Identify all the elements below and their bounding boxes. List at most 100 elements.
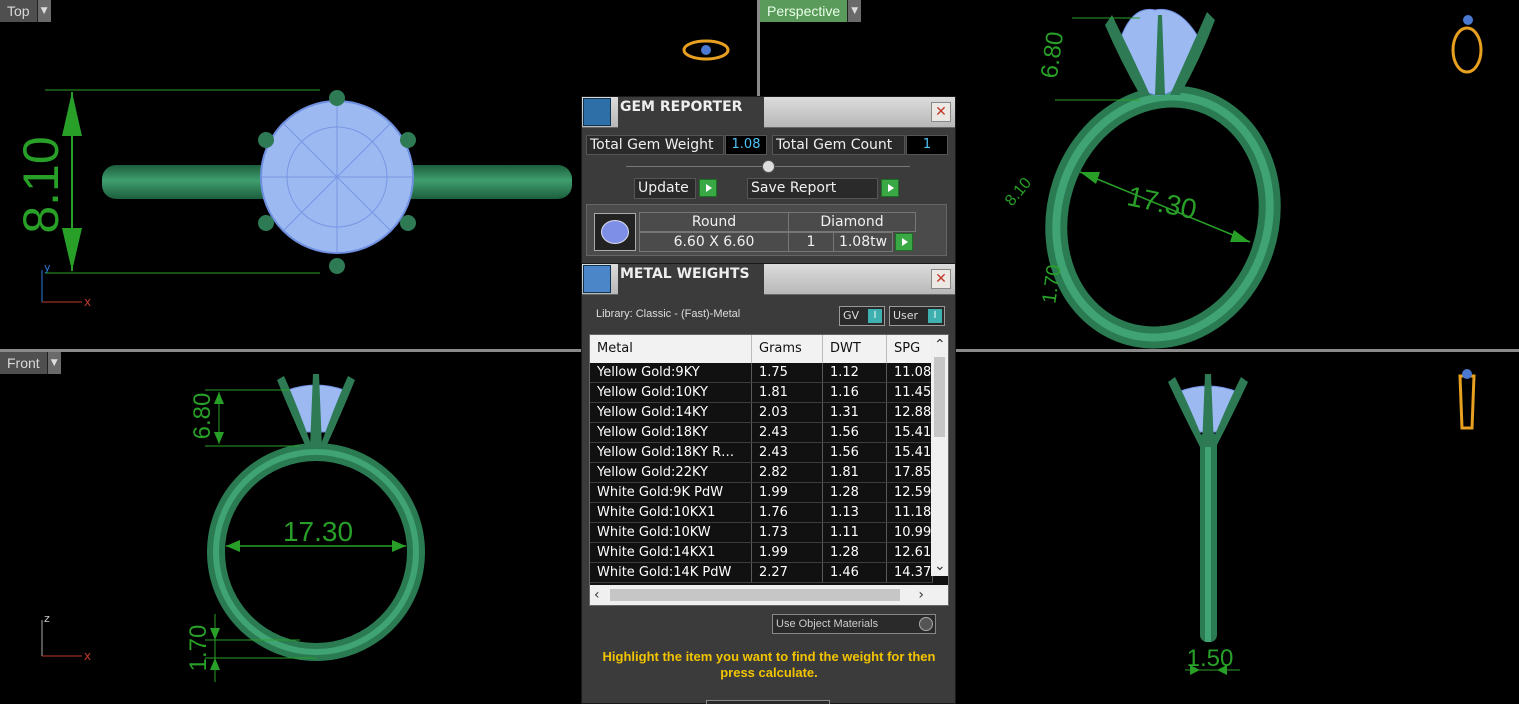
cell-metal: Yellow Gold:9KY — [590, 363, 752, 382]
cell-metal: White Gold:14K PdW — [590, 563, 752, 582]
front-axis-x: x — [84, 649, 91, 663]
radio-icon[interactable] — [919, 617, 933, 631]
front-dim-band: 1.70 — [185, 625, 212, 672]
gem-shape-cell: Round — [639, 212, 789, 232]
gem-list-item[interactable]: Round Diamond 6.60 X 6.60 1 1.08tw — [586, 204, 947, 256]
horizontal-scrollbar[interactable]: ‹ › — [590, 585, 948, 605]
column-header-metal[interactable]: Metal — [590, 335, 752, 363]
metal-table-body: Yellow Gold:9KY 1.75 1.12 11.08 Yellow Gold:… — [590, 363, 933, 583]
cell-grams: 1.76 — [752, 503, 823, 522]
persp-dim-band: 1.70 — [1038, 263, 1065, 305]
cell-metal: White Gold:9K PdW — [590, 483, 752, 502]
vertical-scrollbar[interactable]: ⌃ ⌄ — [931, 335, 948, 576]
cell-spg: 12.59 — [887, 483, 933, 502]
metal-weights-titlebar[interactable]: METAL WEIGHTS ✕ — [582, 264, 955, 295]
cell-spg: 10.99 — [887, 523, 933, 542]
metal-weights-panel: METAL WEIGHTS ✕ Library: Classic - (Fast… — [581, 263, 956, 704]
scrollbar-thumb[interactable] — [934, 357, 945, 437]
top-axis-x: x — [84, 295, 91, 309]
metal-weights-title: METAL WEIGHTS — [618, 264, 764, 295]
update-play-icon[interactable] — [699, 179, 717, 197]
user-checkbox-icon[interactable]: I — [928, 309, 942, 323]
save-report-play-icon[interactable] — [881, 179, 899, 197]
scroll-right-icon[interactable]: › — [918, 588, 924, 602]
cell-spg: 12.61 — [887, 543, 933, 562]
table-row[interactable]: White Gold:14K PdW 2.27 1.46 14.37 — [590, 563, 933, 583]
close-icon[interactable]: ✕ — [931, 269, 951, 289]
metal-table[interactable]: Metal Grams DWT SPG Yellow Gold:9KY 1.75 1… — [589, 334, 949, 606]
gem-material-cell: Diamond — [788, 212, 916, 232]
cell-grams: 1.81 — [752, 383, 823, 402]
collapse-toggle-icon[interactable] — [762, 160, 775, 173]
perspective-viewport-label[interactable]: Perspective ▼ — [760, 0, 862, 22]
right-cube-ring-icon — [1458, 374, 1476, 430]
viewport-menu-arrow-icon[interactable]: ▼ — [46, 352, 61, 374]
table-row[interactable]: White Gold:14KX1 1.99 1.28 12.61 — [590, 543, 933, 563]
gem-reporter-titlebar[interactable]: GEM REPORTER ✕ — [582, 97, 955, 128]
table-row[interactable]: Yellow Gold:18KY 2.43 1.56 15.41 — [590, 423, 933, 443]
cell-dwt: 1.81 — [823, 463, 887, 482]
table-row[interactable]: Yellow Gold:22KY 2.82 1.81 17.85 — [590, 463, 933, 483]
viewport-menu-arrow-icon[interactable]: ▼ — [36, 0, 51, 22]
persp-dim-top: 6.80 — [1036, 30, 1069, 80]
top-dim-label: 8.10 — [13, 136, 69, 233]
cell-spg: 15.41 — [887, 423, 933, 442]
top-axis-y: y — [44, 261, 51, 274]
cell-dwt: 1.31 — [823, 403, 887, 422]
cell-metal: White Gold:10KW — [590, 523, 752, 542]
user-toggle[interactable]: User I — [889, 306, 945, 326]
cell-spg: 17.85 — [887, 463, 933, 482]
calculate-button[interactable] — [706, 700, 830, 704]
cell-metal: Yellow Gold:14KY — [590, 403, 752, 422]
gem-select-play-icon[interactable] — [895, 233, 913, 251]
cell-dwt: 1.12 — [823, 363, 887, 382]
cell-grams: 2.43 — [752, 423, 823, 442]
scroll-down-icon[interactable]: ⌄ — [934, 559, 946, 573]
table-row[interactable]: White Gold:10KX1 1.76 1.13 11.18 — [590, 503, 933, 523]
table-row[interactable]: Yellow Gold:10KY 1.81 1.16 11.45 — [590, 383, 933, 403]
table-row[interactable]: Yellow Gold:9KY 1.75 1.12 11.08 — [590, 363, 933, 383]
column-header-dwt[interactable]: DWT — [823, 335, 887, 363]
table-row[interactable]: White Gold:10KW 1.73 1.11 10.99 — [590, 523, 933, 543]
cell-metal: Yellow Gold:18KY R… — [590, 443, 752, 462]
cell-grams: 1.75 — [752, 363, 823, 382]
cell-grams: 1.99 — [752, 543, 823, 562]
cell-grams: 2.43 — [752, 443, 823, 462]
total-gem-count-value: 1 — [906, 135, 948, 155]
table-row[interactable]: White Gold:9K PdW 1.99 1.28 12.59 — [590, 483, 933, 503]
gem-reporter-title: GEM REPORTER — [618, 97, 764, 128]
persp-cube-ring-icon — [1451, 26, 1483, 74]
table-row[interactable]: Yellow Gold:14KY 2.03 1.31 12.88 — [590, 403, 933, 423]
cell-metal: Yellow Gold:10KY — [590, 383, 752, 402]
cell-metal: White Gold:14KX1 — [590, 543, 752, 562]
total-gem-count-label: Total Gem Count — [772, 135, 905, 155]
gem-reporter-panel: GEM REPORTER ✕ Total Gem Weight 1.08 Tot… — [581, 96, 956, 264]
save-report-button[interactable]: Save Report — [747, 178, 878, 199]
gv-label: GV — [843, 309, 860, 322]
cell-grams: 1.73 — [752, 523, 823, 542]
user-label: User — [893, 309, 919, 322]
close-icon[interactable]: ✕ — [931, 102, 951, 122]
gv-toggle[interactable]: GV I — [839, 306, 885, 326]
cell-dwt: 1.46 — [823, 563, 887, 582]
scroll-left-icon[interactable]: ‹ — [594, 588, 600, 602]
use-object-materials-toggle[interactable]: Use Object Materials — [772, 614, 936, 634]
round-diamond-icon — [594, 213, 636, 251]
top-viewport-label[interactable]: Top ▼ — [0, 0, 51, 22]
cell-metal: Yellow Gold:18KY — [590, 423, 752, 442]
persp-dim-ring: 17.30 — [1124, 180, 1199, 225]
cell-metal: White Gold:10KX1 — [590, 503, 752, 522]
right-dim-width: 1.50 — [1187, 645, 1234, 672]
column-header-spg[interactable]: SPG — [887, 335, 933, 363]
gv-checkbox-icon[interactable]: I — [868, 309, 882, 323]
column-header-grams[interactable]: Grams — [752, 335, 823, 363]
front-viewport-label[interactable]: Front ▼ — [0, 352, 61, 374]
gem-report-icon — [583, 98, 611, 126]
update-button[interactable]: Update — [634, 178, 696, 199]
scrollbar-thumb[interactable] — [610, 589, 900, 601]
cell-spg: 14.37 — [887, 563, 933, 582]
table-row[interactable]: Yellow Gold:18KY R… 2.43 1.56 15.41 — [590, 443, 933, 463]
scroll-up-icon[interactable]: ⌃ — [934, 338, 946, 352]
use-object-materials-label: Use Object Materials — [776, 618, 879, 630]
viewport-menu-arrow-icon[interactable]: ▼ — [847, 0, 862, 22]
